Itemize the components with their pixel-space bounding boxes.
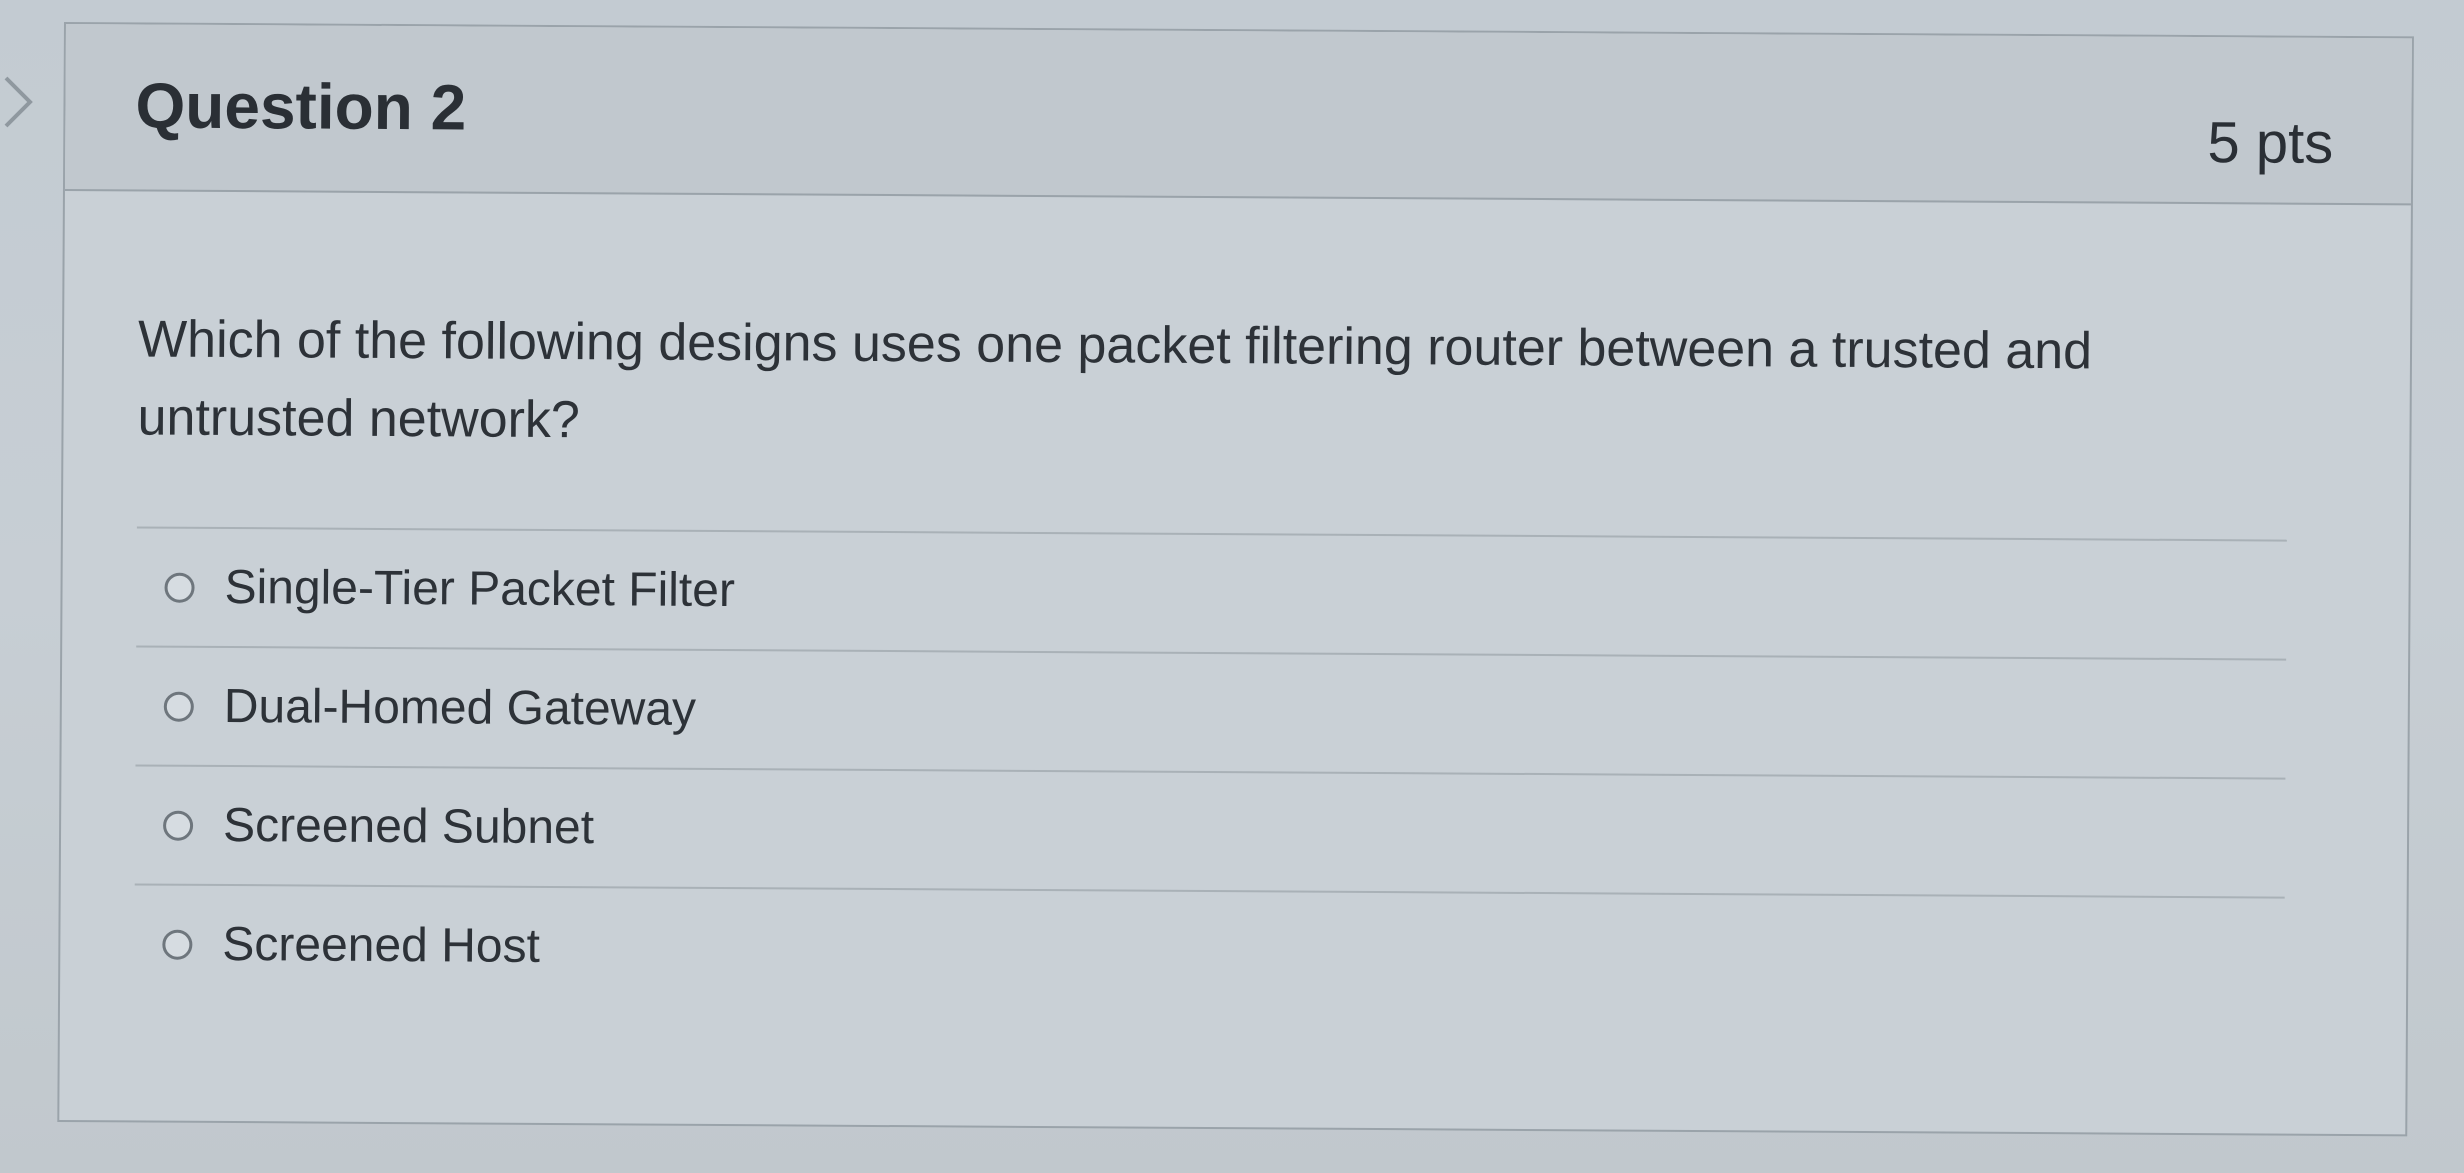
- question-title: Question 2: [135, 69, 467, 144]
- answer-option[interactable]: Single-Tier Packet Filter: [136, 526, 2287, 659]
- radio-unchecked-icon[interactable]: [163, 691, 194, 722]
- answer-option[interactable]: Screened Subnet: [134, 764, 2286, 897]
- question-header: Question 2 5 pts: [64, 24, 2412, 206]
- answer-option[interactable]: Screened Host: [134, 883, 2285, 1016]
- answer-label: Dual-Homed Gateway: [223, 679, 697, 736]
- radio-unchecked-icon[interactable]: [162, 929, 193, 960]
- answer-label: Single-Tier Packet Filter: [224, 560, 736, 618]
- chevron-right-icon[interactable]: [0, 72, 40, 132]
- answer-label: Screened Host: [222, 917, 541, 973]
- radio-unchecked-icon[interactable]: [164, 572, 195, 603]
- question-points: 5 pts: [2207, 110, 2334, 176]
- answer-label: Screened Subnet: [222, 798, 595, 855]
- question-card: Question 2 5 pts Which of the following …: [57, 22, 2414, 1137]
- radio-unchecked-icon[interactable]: [163, 810, 194, 841]
- answer-option[interactable]: Dual-Homed Gateway: [135, 645, 2287, 778]
- answer-list: Single-Tier Packet Filter Dual-Homed Gat…: [134, 526, 2287, 1016]
- question-text: Which of the following designs uses one …: [137, 310, 2093, 450]
